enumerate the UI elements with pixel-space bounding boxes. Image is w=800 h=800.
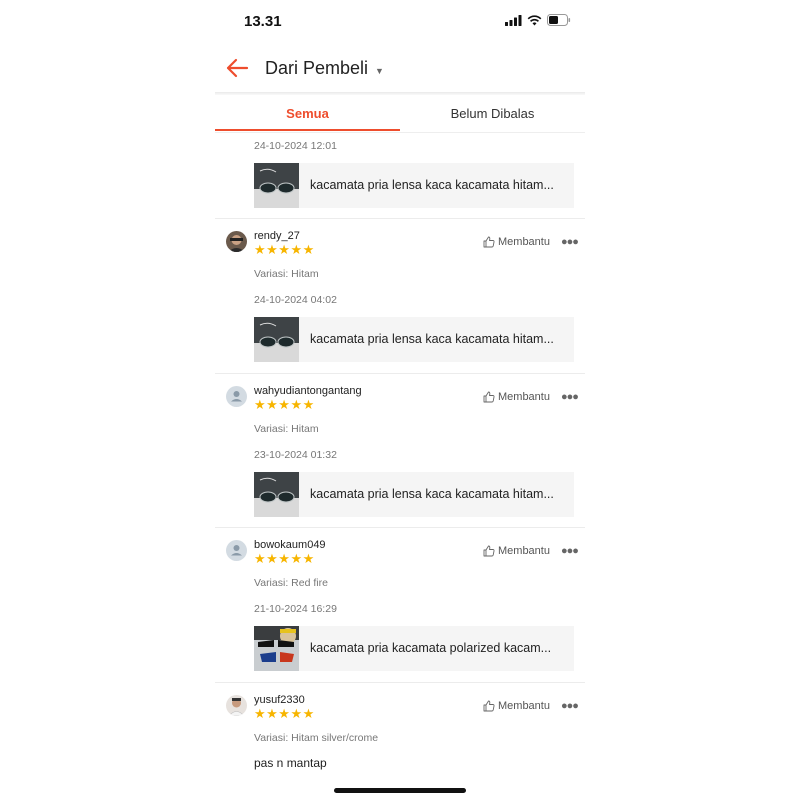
product-name: kacamata pria lensa kaca kacamata hitam.…: [310, 332, 554, 346]
reviewer-username: bowokaum049: [254, 539, 326, 551]
helpful-label: Membantu: [498, 545, 550, 557]
product-thumbnail: [254, 626, 299, 671]
review-comment: pas n mantap: [254, 756, 327, 770]
cellular-signal-icon: [505, 14, 522, 26]
avatar: [226, 231, 247, 252]
review-datetime: 21-10-2024 16:29: [254, 603, 337, 615]
product-thumbnail: [254, 317, 299, 362]
arrow-left-icon: [226, 58, 249, 78]
status-time: 13.31: [244, 13, 282, 30]
review-datetime: 24-10-2024 12:01: [254, 140, 337, 152]
more-options-icon[interactable]: ●●●: [561, 545, 579, 557]
helpful-label: Membantu: [498, 236, 550, 248]
review-variation: Variasi: Hitam: [254, 423, 319, 435]
thumbs-up-icon: [483, 700, 495, 712]
product-thumbnail: [254, 472, 299, 517]
tab-belum-dibalas[interactable]: Belum Dibalas: [400, 95, 585, 132]
more-options-icon[interactable]: ●●●: [561, 700, 579, 712]
helpful-button[interactable]: Membantu: [483, 236, 550, 248]
product-name: kacamata pria lensa kaca kacamata hitam.…: [310, 178, 554, 192]
review-variation: Variasi: Hitam: [254, 268, 319, 280]
star-rating: ★★★★★: [254, 551, 315, 566]
review-datetime: 24-10-2024 04:02: [254, 294, 337, 306]
product-card[interactable]: kacamata pria lensa kaca kacamata hitam.…: [254, 317, 574, 362]
review-item: yusuf2330 ★★★★★ Membantu ●●● Variasi: Hi…: [215, 683, 585, 788]
tab-active-indicator: [215, 129, 400, 131]
thumbs-up-icon: [483, 236, 495, 248]
product-thumbnail: [254, 163, 299, 208]
thumbs-up-icon: [483, 545, 495, 557]
review-datetime: 23-10-2024 01:32: [254, 449, 337, 461]
helpful-button[interactable]: Membantu: [483, 700, 550, 712]
home-indicator: [334, 788, 466, 793]
review-variation: Variasi: Red fire: [254, 577, 328, 589]
avatar: [226, 386, 247, 407]
battery-icon: [547, 14, 571, 26]
more-options-icon[interactable]: ●●●: [561, 391, 579, 403]
more-options-icon[interactable]: ●●●: [561, 236, 579, 248]
helpful-label: Membantu: [498, 700, 550, 712]
caret-down-icon[interactable]: ▼: [375, 66, 384, 76]
star-rating: ★★★★★: [254, 706, 315, 721]
reviewer-username: wahyudiantongantang: [254, 385, 362, 397]
page-title[interactable]: Dari Pembeli: [265, 58, 368, 79]
reviewer-username: rendy_27: [254, 230, 300, 242]
tab-semua[interactable]: Semua: [215, 95, 400, 132]
review-item: bowokaum049 ★★★★★ Membantu ●●● Variasi: …: [215, 528, 585, 682]
product-card[interactable]: kacamata pria lensa kaca kacamata hitam.…: [254, 472, 574, 517]
reviewer-username: yusuf2330: [254, 694, 305, 706]
review-item: rendy_27 ★★★★★ Membantu ●●● Variasi: Hit…: [215, 219, 585, 373]
star-rating: ★★★★★: [254, 242, 315, 257]
thumbs-up-icon: [483, 391, 495, 403]
tab-bar: Semua Belum Dibalas: [215, 95, 585, 133]
avatar: [226, 540, 247, 561]
helpful-button[interactable]: Membantu: [483, 391, 550, 403]
star-rating: ★★★★★: [254, 397, 315, 412]
avatar: [226, 695, 247, 716]
helpful-label: Membantu: [498, 391, 550, 403]
review-item: 24-10-2024 12:01 kacamata pria lensa kac…: [215, 133, 585, 218]
status-icons: [505, 14, 571, 26]
wifi-icon: [527, 14, 542, 25]
helpful-button[interactable]: Membantu: [483, 545, 550, 557]
review-variation: Variasi: Hitam silver/crome: [254, 732, 379, 744]
product-card[interactable]: kacamata pria lensa kaca kacamata hitam.…: [254, 163, 574, 208]
header: Dari Pembeli ▼: [215, 44, 585, 92]
product-name: kacamata pria lensa kaca kacamata hitam.…: [310, 487, 554, 501]
back-button[interactable]: [224, 56, 250, 80]
review-item: wahyudiantongantang ★★★★★ Membantu ●●● V…: [215, 374, 585, 528]
product-card[interactable]: kacamata pria kacamata polarized kacam..…: [254, 626, 574, 671]
phone-screen: 13.31 Dari Pembeli ▼ Semua Belum Dibalas…: [215, 0, 585, 800]
product-name: kacamata pria kacamata polarized kacam..…: [310, 641, 552, 655]
